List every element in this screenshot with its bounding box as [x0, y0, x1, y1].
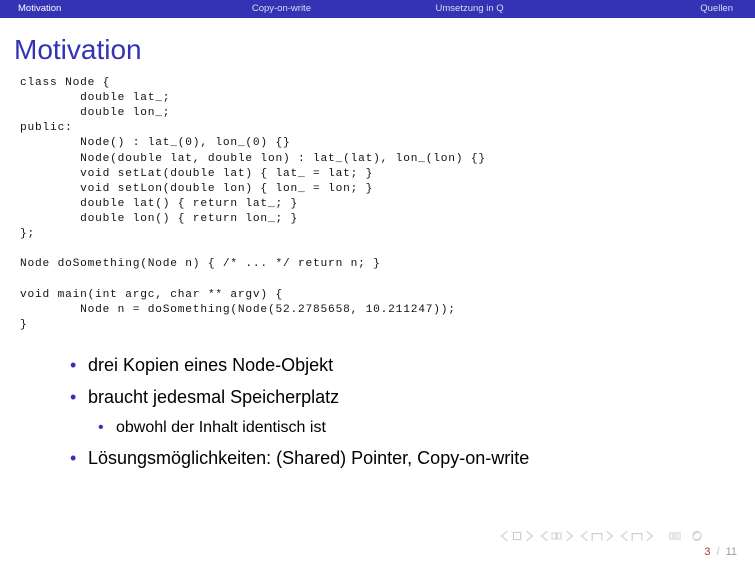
- nav-tab-umsetzung[interactable]: Umsetzung in Q: [376, 0, 564, 18]
- nav-tab-quellen[interactable]: Quellen: [564, 0, 755, 18]
- bullet-subitem: obwohl der Inhalt identisch ist: [98, 414, 755, 443]
- nav-refresh-icon[interactable]: [691, 530, 703, 542]
- page-number: 3 / 11: [704, 546, 737, 558]
- nav-tab-copy-on-write[interactable]: Copy-on-write: [187, 0, 375, 18]
- page-current: 3: [704, 546, 710, 558]
- page-separator: /: [717, 546, 720, 558]
- page-total: 11: [726, 546, 737, 558]
- nav-first-icon[interactable]: [499, 530, 535, 542]
- section-navbar: Motivation Copy-on-write Umsetzung in Q …: [0, 0, 755, 18]
- nav-back-icon[interactable]: [579, 530, 615, 542]
- code-listing: class Node { double lat_; double lon_; p…: [0, 76, 755, 333]
- nav-search-icon[interactable]: [669, 530, 681, 542]
- bullet-item: braucht jedesmal Speicherplatz: [70, 381, 755, 413]
- bullet-item: drei Kopien eines Node-Objekt: [70, 349, 755, 381]
- bullet-item: Lösungsmöglichkeiten: (Shared) Pointer, …: [70, 442, 755, 474]
- bullet-list: drei Kopien eines Node-Objekt braucht je…: [0, 333, 755, 475]
- slide-title: Motivation: [0, 18, 755, 76]
- nav-prev-icon[interactable]: [539, 530, 575, 542]
- beamer-nav-icons: [499, 530, 703, 542]
- nav-forward-icon[interactable]: [619, 530, 655, 542]
- nav-tab-motivation[interactable]: Motivation: [0, 0, 187, 18]
